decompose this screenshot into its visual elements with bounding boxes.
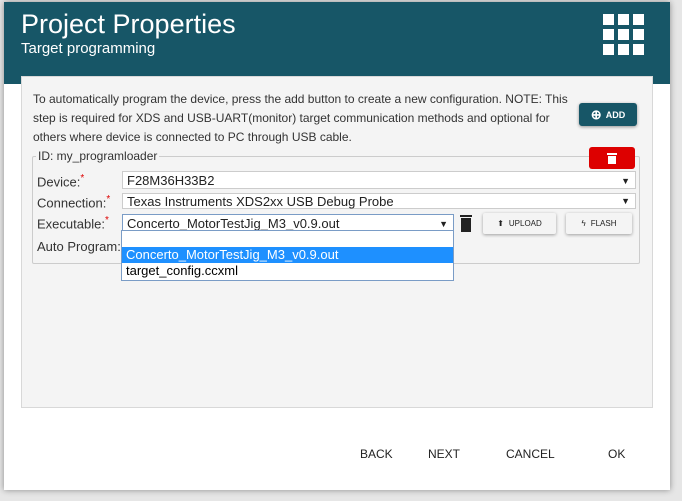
- trash-icon: [607, 153, 617, 164]
- connection-label: Connection:*: [37, 194, 111, 211]
- next-button[interactable]: NEXT: [428, 447, 460, 461]
- dialog-subtitle: Target programming: [21, 40, 156, 57]
- flash-button[interactable]: ϟ FLASH: [566, 213, 632, 234]
- device-select[interactable]: F28M36H33B2 ▼: [122, 171, 636, 189]
- executable-dropdown-list: Concerto_MotorTestJig_M3_v0.9.out target…: [121, 230, 454, 281]
- apps-grid-icon[interactable]: [603, 14, 644, 55]
- ok-button[interactable]: OK: [608, 447, 625, 461]
- add-label: ADD: [605, 109, 626, 120]
- flash-icon: ϟ: [581, 219, 586, 228]
- plus-circle-icon: ⊕: [590, 106, 602, 122]
- dropdown-option-selected[interactable]: Concerto_MotorTestJig_M3_v0.9.out: [122, 247, 453, 263]
- device-label: Device:*: [37, 173, 85, 190]
- executable-label: Executable:*: [37, 215, 109, 232]
- auto-program-label: Auto Program:: [37, 239, 121, 254]
- instructions-text: To automatically program the device, pre…: [33, 92, 568, 144]
- upload-icon: ⬆: [497, 219, 504, 228]
- dialog-title: Project Properties: [21, 9, 236, 39]
- chevron-down-icon: ▼: [621, 196, 630, 206]
- delete-config-button[interactable]: [589, 147, 635, 169]
- connection-select[interactable]: Texas Instruments XDS2xx USB Debug Probe…: [122, 193, 636, 209]
- add-button[interactable]: ⊕ ADD: [579, 103, 637, 126]
- delete-executable-icon[interactable]: [460, 214, 472, 232]
- chevron-down-icon: ▼: [621, 176, 630, 186]
- dropdown-option[interactable]: [122, 231, 453, 247]
- back-button[interactable]: BACK: [360, 447, 393, 461]
- cancel-button[interactable]: CANCEL: [506, 447, 555, 461]
- upload-button[interactable]: ⬆ UPLOAD: [483, 213, 556, 234]
- dialog-header: Project Properties Target programming: [4, 2, 670, 84]
- config-id: ID: my_programloader: [36, 149, 160, 163]
- dropdown-option[interactable]: target_config.ccxml: [122, 263, 453, 279]
